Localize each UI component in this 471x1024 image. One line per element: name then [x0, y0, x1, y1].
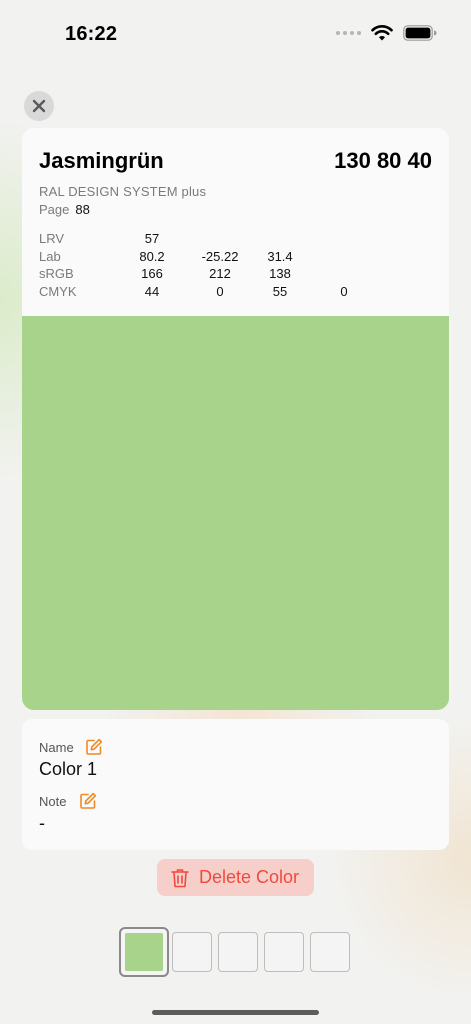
note-label: Note: [39, 794, 67, 809]
delete-color-button[interactable]: Delete Color: [157, 859, 314, 896]
color-details-card: Name Color 1 Note -: [22, 719, 449, 850]
name-label: Name: [39, 740, 74, 755]
palette-slot-color: [125, 933, 163, 971]
page-row: Page 88: [39, 202, 90, 217]
note-value: -: [39, 813, 45, 833]
palette-slot-3[interactable]: [218, 932, 258, 972]
color-system: RAL DESIGN SYSTEM plus: [39, 184, 207, 199]
values-row-srgb: sRGB 166 212 138: [39, 266, 429, 284]
values-cell: 55: [272, 283, 288, 299]
status-bar: 16:22: [0, 0, 471, 70]
status-time: 16:22: [65, 23, 118, 45]
values-row-cmyk: CMYK 44 0 55 0: [39, 284, 429, 302]
trash-icon: [171, 868, 189, 887]
close-button[interactable]: [24, 91, 54, 121]
delete-color-label: Delete Color: [199, 867, 300, 887]
values-label: CMYK: [39, 283, 77, 299]
palette-slots: [0, 927, 471, 977]
values-cell: 166: [141, 266, 163, 281]
palette-slot-2[interactable]: [172, 932, 212, 972]
palette-slot-5[interactable]: [310, 932, 350, 972]
values-cell: 0: [340, 283, 348, 299]
values-cell: 44: [144, 283, 160, 299]
color-swatch: [22, 316, 449, 710]
values-cell: 31.4: [267, 248, 293, 264]
color-values-table: LRV 57 Lab 80.2 -25.22 31.4 sRGB 166 212…: [39, 231, 429, 301]
values-label: LRV: [39, 231, 65, 246]
home-indicator: [152, 1010, 319, 1015]
values-label: sRGB: [39, 266, 74, 281]
values-row-lab: Lab 80.2 -25.22 31.4: [39, 249, 429, 267]
values-cell: 212: [209, 266, 231, 281]
values-cell: 80.2: [139, 248, 165, 264]
color-name: Jasmingrün: [39, 148, 164, 173]
values-cell: 0: [216, 283, 224, 299]
palette-slot-1[interactable]: [119, 927, 169, 977]
battery-icon: [403, 25, 437, 41]
cellular-signal-icon: [336, 31, 361, 35]
palette-slot-4[interactable]: [264, 932, 304, 972]
color-code: 130 80 40: [334, 148, 432, 173]
values-cell: 138: [269, 266, 291, 281]
wifi-icon: [371, 25, 393, 41]
values-label: Lab: [39, 248, 61, 264]
values-cell: 57: [144, 231, 160, 246]
name-value: Color 1: [39, 759, 98, 779]
page-label: Page: [39, 202, 70, 217]
values-row-lrv: LRV 57: [39, 231, 429, 249]
page-value: 88: [75, 202, 90, 217]
color-card: Jasmingrün 130 80 40 RAL DESIGN SYSTEM p…: [22, 128, 449, 710]
edit-note-icon[interactable]: [79, 792, 97, 810]
status-indicators: [336, 24, 437, 42]
values-cell: -25.22: [201, 248, 239, 264]
close-icon: [32, 99, 46, 113]
edit-name-icon[interactable]: [85, 738, 103, 756]
